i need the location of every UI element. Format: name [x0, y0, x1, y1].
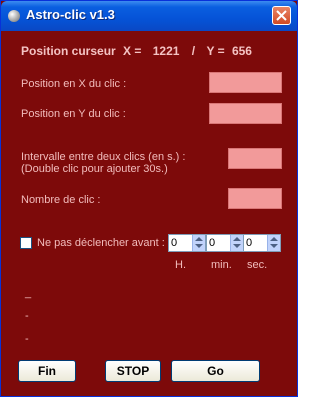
- click-y-label: Position en Y du clic :: [21, 108, 126, 120]
- minutes-stepper[interactable]: 0: [206, 234, 244, 252]
- hours-unit-label: H.: [175, 259, 186, 271]
- interval-field[interactable]: [228, 148, 282, 169]
- seconds-value: 0: [246, 237, 253, 249]
- title-bar[interactable]: Astro-clic v1.3: [1, 1, 297, 31]
- status-line-3: -: [25, 333, 29, 345]
- sphere-icon: [8, 10, 20, 22]
- cursor-y-label: Y =: [206, 44, 225, 58]
- spin-up-icon[interactable]: [233, 237, 241, 241]
- minutes-value: 0: [209, 237, 216, 249]
- close-button[interactable]: [272, 6, 291, 25]
- cursor-x-label: X =: [123, 44, 142, 58]
- click-y-field[interactable]: [209, 103, 282, 124]
- seconds-stepper[interactable]: 0: [243, 234, 281, 252]
- spin-down-icon[interactable]: [233, 244, 241, 248]
- astro-clic-window: Astro-clic v1.3 Position curseur X = 122…: [0, 0, 298, 397]
- minutes-unit-label: min.: [211, 259, 232, 271]
- seconds-unit-label: sec.: [247, 259, 268, 271]
- seconds-spin-arrows[interactable]: [267, 235, 280, 251]
- spin-down-icon[interactable]: [270, 244, 278, 248]
- spin-up-icon[interactable]: [195, 237, 203, 241]
- stop-button[interactable]: STOP: [105, 360, 161, 382]
- minutes-spin-arrows[interactable]: [230, 235, 243, 251]
- spin-up-icon[interactable]: [270, 237, 278, 241]
- hours-spin-arrows[interactable]: [192, 235, 205, 251]
- click-x-label: Position en X du clic :: [21, 78, 127, 90]
- cursor-separator: /: [191, 44, 196, 58]
- cursor-position-row: Position curseur X = 1221 / Y = 656: [21, 44, 252, 58]
- hours-value: 0: [171, 237, 178, 249]
- delay-start-checkbox[interactable]: [20, 237, 32, 249]
- click-count-field[interactable]: [228, 188, 282, 209]
- cursor-position-label: Position curseur: [21, 44, 116, 58]
- end-button[interactable]: Fin: [18, 360, 76, 382]
- spin-down-icon[interactable]: [195, 244, 203, 248]
- cursor-y-value: 656: [231, 44, 252, 58]
- cursor-x-value: 1221: [152, 44, 180, 58]
- interval-label-line1: Intervalle entre deux clics (en s.) :: [21, 151, 186, 163]
- window-title: Astro-clic v1.3: [26, 7, 115, 22]
- close-icon: [276, 10, 287, 21]
- click-count-label: Nombre de clic :: [21, 194, 101, 206]
- delay-start-label: Ne pas déclencher avant :: [37, 237, 165, 249]
- interval-label-line2: (Double clic pour ajouter 30s.): [21, 163, 168, 175]
- status-line-2: -: [25, 310, 29, 322]
- go-button[interactable]: Go: [171, 360, 260, 382]
- click-x-field[interactable]: [209, 72, 282, 93]
- status-line-1: _: [25, 287, 32, 299]
- hours-stepper[interactable]: 0: [168, 234, 206, 252]
